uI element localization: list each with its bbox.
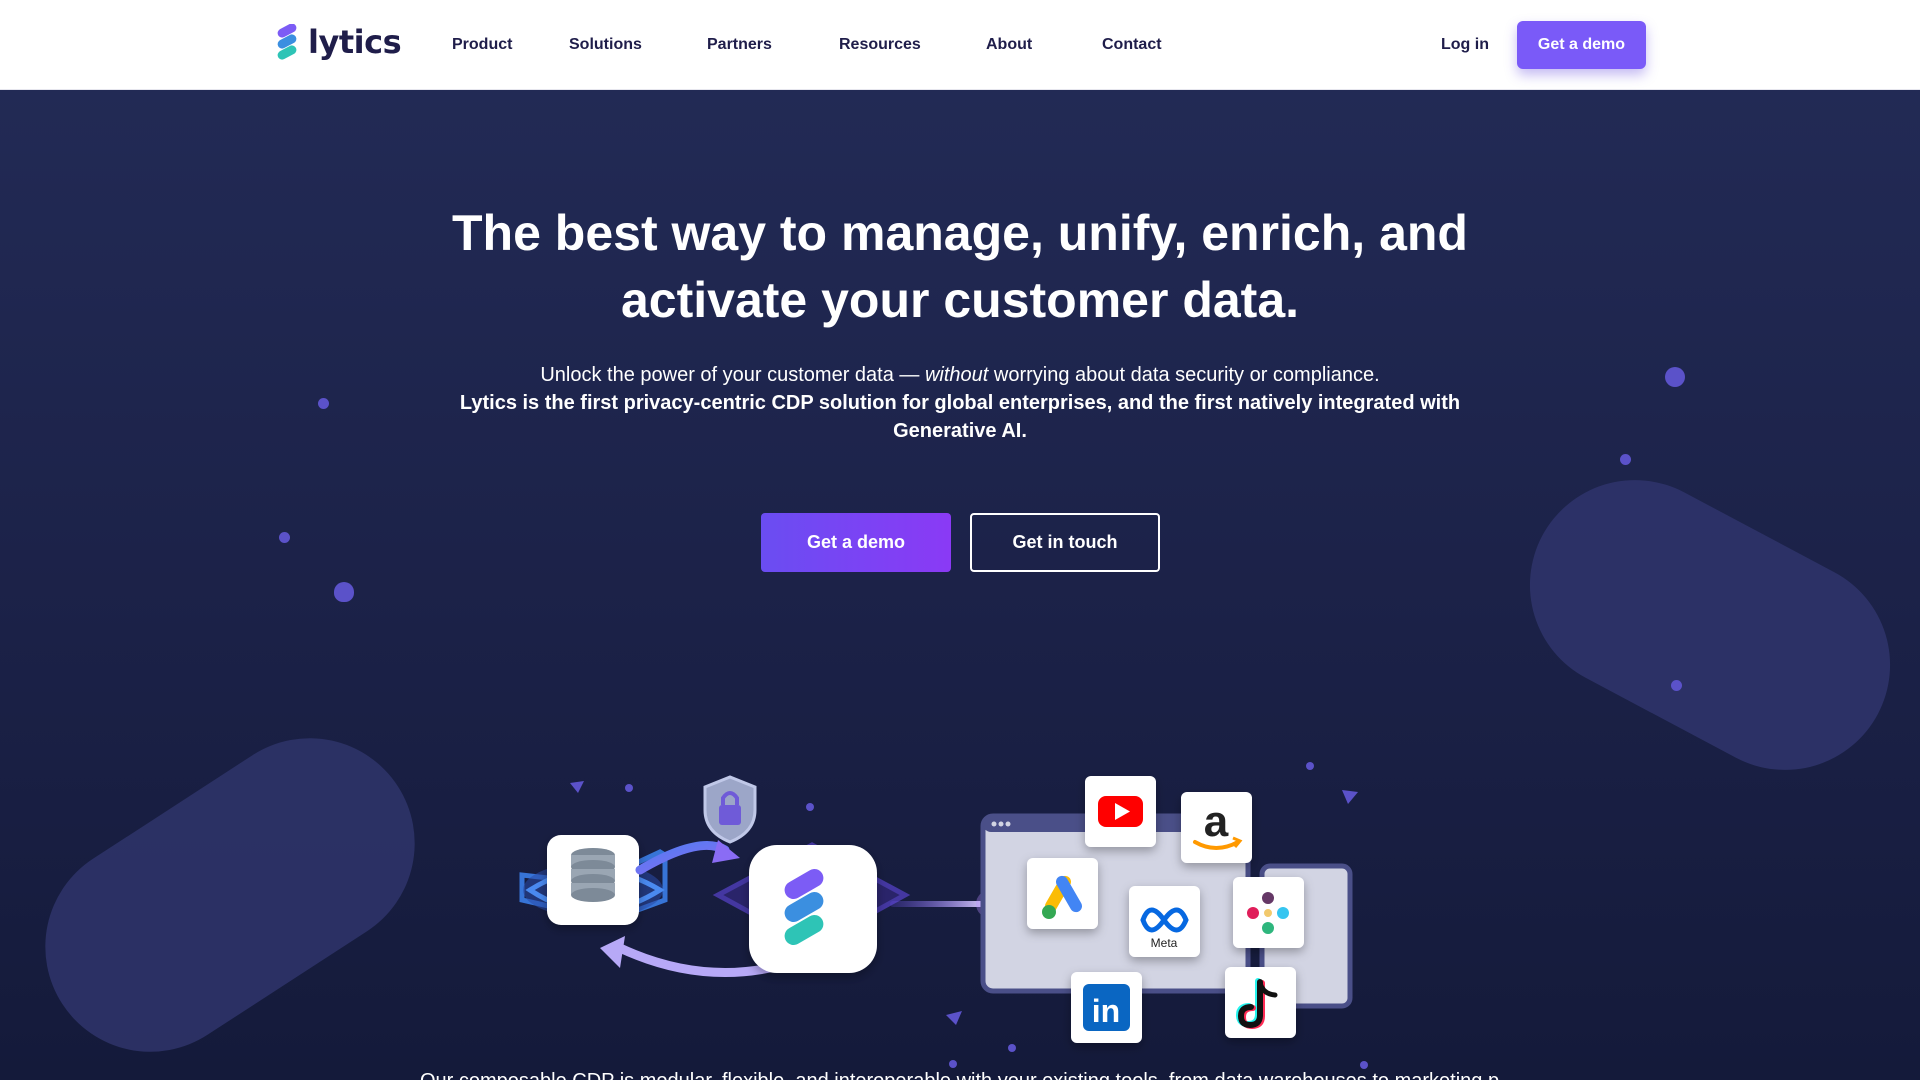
hero-subtitle-suffix: worrying about data security or complian… <box>988 364 1380 386</box>
database-node <box>519 835 668 925</box>
decorative-dot <box>1665 367 1685 387</box>
database-icon <box>571 848 615 902</box>
decorative-dot <box>1620 454 1631 465</box>
linkedin-label: in <box>1092 993 1120 1029</box>
header-get-demo-button[interactable]: Get a demo <box>1517 21 1646 69</box>
meta-label: Meta <box>1151 936 1178 950</box>
hero-subtitle-emphasis: without <box>924 364 989 386</box>
linkedin-icon: in <box>1071 972 1142 1043</box>
logo-wordmark: lytics <box>308 23 402 61</box>
hero-subtitle: Unlock the power of your customer data —… <box>360 361 1560 389</box>
section-intro-text: Our composable CDP is modular, flexible,… <box>420 1067 1500 1080</box>
lytics-logo[interactable]: lytics <box>274 22 402 62</box>
nav-item-solutions[interactable]: Solutions <box>569 30 707 60</box>
hero-subtitle-prefix: Unlock the power of your customer data — <box>540 364 925 386</box>
decorative-pill-left <box>5 698 455 1080</box>
google-ads-icon <box>1027 858 1098 929</box>
decorative-dot <box>279 532 290 543</box>
tiktok-icon <box>1225 967 1296 1038</box>
decorative-dot <box>318 398 329 409</box>
hero-illustration: a Meta in <box>519 762 1368 1069</box>
youtube-icon <box>1085 776 1156 847</box>
nav-item-product[interactable]: Product <box>452 30 569 60</box>
amazon-icon: a <box>1181 792 1252 863</box>
site-header: lytics Product Solutions Partners Resour… <box>0 0 1920 90</box>
amazon-letter: a <box>1204 797 1229 846</box>
hero-subtitle-bold: Lytics is the first privacy-centric CDP … <box>459 392 1461 442</box>
meta-icon: Meta <box>1129 886 1200 957</box>
hero-get-demo-button[interactable]: Get a demo <box>761 513 951 572</box>
nav-item-resources[interactable]: Resources <box>839 30 986 60</box>
lytics-hub <box>712 842 911 973</box>
nav-item-about[interactable]: About <box>986 30 1102 60</box>
decorative-dot <box>334 582 354 602</box>
nav-item-contact[interactable]: Contact <box>1102 30 1182 60</box>
hero-headline: The best way to manage, unify, enrich, a… <box>452 205 1468 328</box>
hero-section: The best way to manage, unify, enrich, a… <box>0 90 1920 1080</box>
nav-item-partners[interactable]: Partners <box>707 30 839 60</box>
main-nav: Product Solutions Partners Resources Abo… <box>452 30 1182 60</box>
lytics-logo-icon <box>277 24 297 60</box>
hero-get-in-touch-button[interactable]: Get in touch <box>970 513 1160 572</box>
lock-shield-icon <box>703 775 757 844</box>
decorative-dot <box>1671 680 1682 691</box>
slack-icon <box>1233 877 1304 948</box>
login-link[interactable]: Log in <box>1441 30 1489 60</box>
decorative-pill-right <box>1492 443 1920 807</box>
